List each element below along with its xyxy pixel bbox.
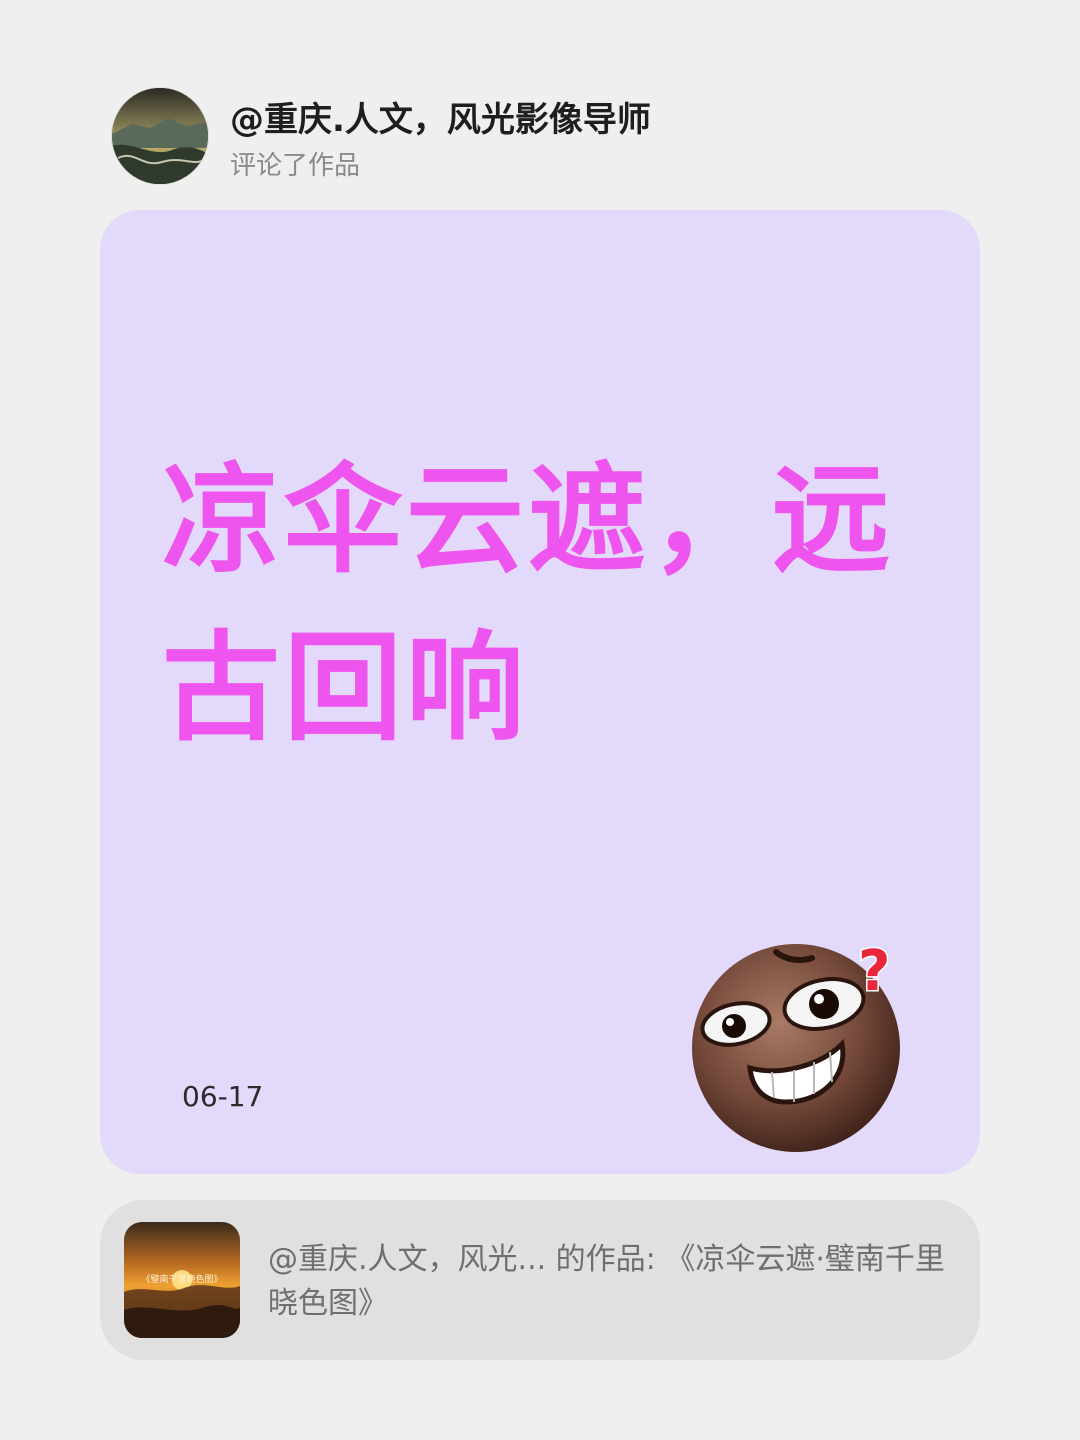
- svg-text:?: ?: [858, 939, 890, 1004]
- thumbnail-caption: 《璧南千里晓色图》: [141, 1273, 222, 1285]
- work-description[interactable]: @重庆.人文，风光... 的作品: 《凉伞云遮·璧南千里晓色图》: [268, 1238, 958, 1326]
- sticker: ?: [690, 926, 920, 1156]
- comment-card: 凉伞云遮，远古回响 06-17 ?: [100, 210, 980, 1174]
- confused-grin-emoji-icon: ?: [692, 938, 900, 1152]
- action-text: 评论了作品: [230, 151, 361, 181]
- work-thumbnail[interactable]: 《璧南千里晓色图》: [124, 1222, 240, 1338]
- user-avatar[interactable]: [112, 88, 208, 184]
- sunrise-landscape-icon: 《璧南千里晓色图》: [124, 1222, 240, 1338]
- work-link-card[interactable]: 《璧南千里晓色图》 @重庆.人文，风光... 的作品: 《凉伞云遮·璧南千里晓色…: [100, 1200, 980, 1360]
- landscape-avatar-icon: [112, 88, 208, 184]
- comment-header: @重庆.人文，风光影像导师 评论了作品: [112, 88, 1012, 184]
- comment-text: 凉伞云遮，远古回响: [162, 451, 895, 757]
- comment-date: 06-17: [182, 1080, 264, 1113]
- user-name[interactable]: @重庆.人文，风光影像导师: [230, 100, 651, 140]
